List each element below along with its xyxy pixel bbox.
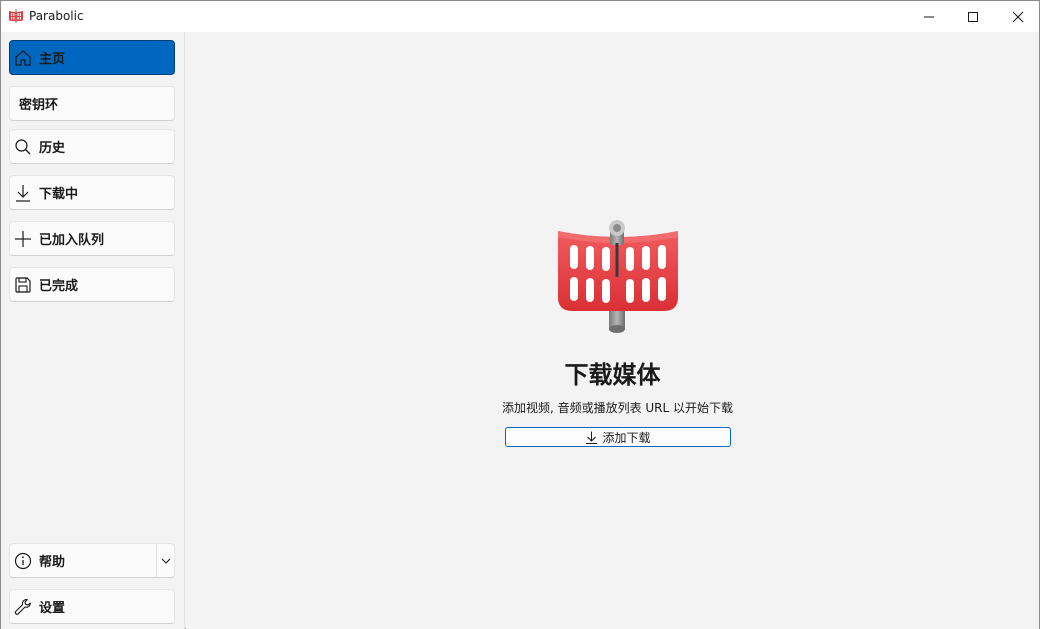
sidebar-item-keyring[interactable]: 密钥环	[9, 86, 175, 121]
window-title: Parabolic	[29, 9, 84, 23]
app-logo-icon	[9, 9, 23, 23]
sidebar: 主页 密钥环 历史 下载中 已加入队列 已完成 帮助 设置	[1, 32, 185, 629]
info-icon	[13, 551, 33, 571]
sidebar-item-help[interactable]: 帮助	[9, 543, 175, 578]
add-download-label: 添加下载	[602, 430, 651, 445]
app-window: Parabolic 主页 密钥环 历史 下载中 已加入队列 已完成 帮助 设置 …	[0, 0, 1040, 629]
search-icon	[13, 137, 33, 157]
sidebar-item-label: 下载中	[39, 187, 79, 202]
sidebar-item-queued[interactable]: 已加入队列	[9, 221, 175, 256]
page-title: 下载媒体	[564, 361, 661, 389]
close-button[interactable]	[995, 1, 1040, 32]
maximize-button[interactable]	[950, 1, 996, 32]
title-bar: Parabolic	[1, 1, 1039, 32]
chevron-down-icon	[161, 558, 170, 564]
sidebar-item-completed[interactable]: 已完成	[9, 267, 175, 302]
sidebar-item-home[interactable]: 主页	[9, 40, 175, 75]
help-dropdown-button[interactable]	[156, 544, 174, 577]
sidebar-item-label: 设置	[39, 601, 66, 616]
home-icon	[13, 48, 33, 68]
sidebar-item-downloading[interactable]: 下载中	[9, 175, 175, 210]
sidebar-item-label: 历史	[39, 141, 66, 156]
add-download-button[interactable]: 添加下载	[505, 427, 731, 447]
sidebar-item-label: 主页	[39, 52, 66, 67]
sidebar-item-label: 帮助	[39, 555, 66, 570]
wrench-icon	[13, 597, 33, 617]
sidebar-item-history[interactable]: 历史	[9, 129, 175, 164]
save-icon	[13, 275, 33, 295]
sidebar-item-label: 密钥环	[19, 98, 59, 113]
sidebar-item-settings[interactable]: 设置	[9, 589, 175, 624]
plus-icon	[13, 229, 33, 249]
parabolic-logo-icon	[558, 220, 678, 333]
maximize-icon	[968, 11, 978, 22]
minimize-button[interactable]	[906, 1, 952, 32]
main-content: 下载媒体 添加视频, 音频或播放列表 URL 以开始下载 添加下载	[186, 32, 1039, 629]
sidebar-item-label: 已加入队列	[39, 233, 105, 248]
minimize-icon	[924, 16, 934, 17]
download-arrow-icon	[586, 431, 598, 444]
page-description: 添加视频, 音频或播放列表 URL 以开始下载	[501, 401, 734, 415]
download-arrow-icon	[13, 183, 33, 203]
sidebar-item-label: 已完成	[39, 279, 79, 294]
close-icon	[1012, 11, 1024, 22]
